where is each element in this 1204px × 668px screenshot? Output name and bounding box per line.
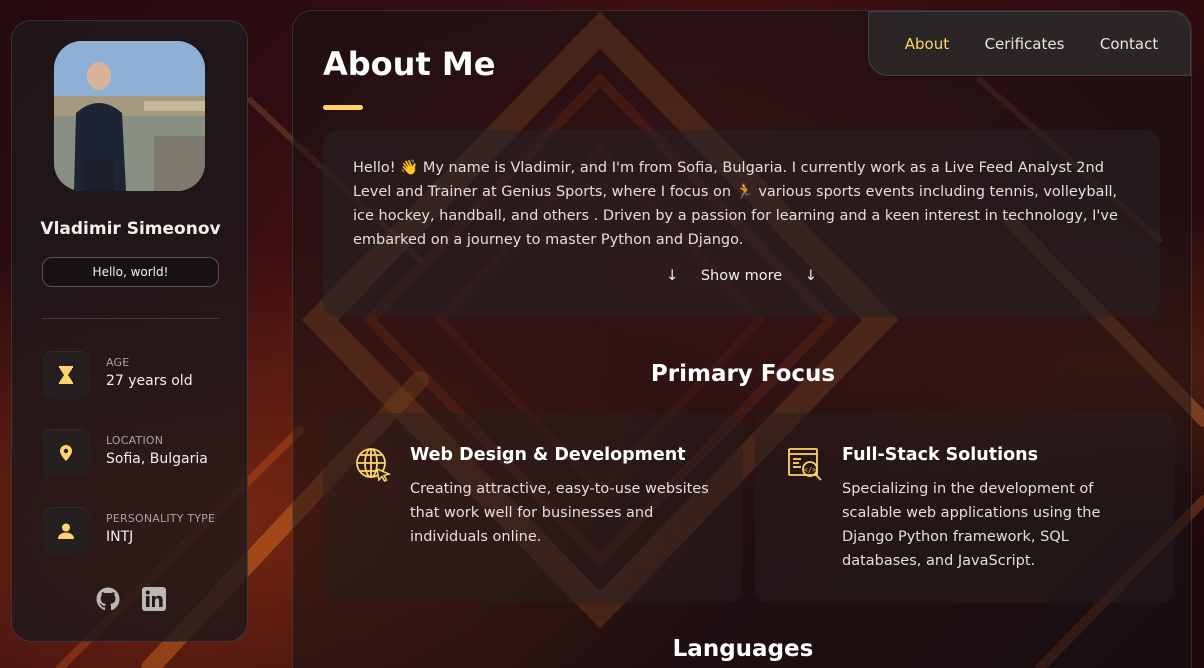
about-text: Hello! 👋 My name is Vladimir, and I'm fr… — [353, 160, 1118, 248]
nav-certificates[interactable]: Cerificates — [985, 35, 1065, 53]
profile-title-badge: Hello, world! — [42, 257, 219, 287]
person-icon — [42, 507, 90, 555]
page-title: About Me — [323, 45, 496, 83]
service-card-web-design: Web Design & Development Creating attrac… — [323, 413, 743, 603]
location-pin-icon — [42, 429, 90, 477]
info-personality: PERSONALITY TYPE INTJ — [42, 507, 232, 555]
sidebar-divider — [42, 318, 219, 319]
profile-name: Vladimir Simeonov — [40, 219, 221, 239]
service-card-full-stack: </> Full-Stack Solutions Specializing in… — [755, 413, 1175, 603]
languages-title: Languages — [672, 636, 814, 662]
info-age-label: AGE — [106, 356, 130, 369]
arrow-down-icon: ↓ — [666, 268, 679, 284]
service-description: Creating attractive, easy-to-use website… — [410, 481, 709, 545]
social-links — [12, 587, 249, 611]
code-search-icon: </> — [788, 448, 822, 481]
info-personality-value: INTJ — [106, 529, 134, 545]
service-title: Full-Stack Solutions — [842, 445, 1039, 465]
info-location-value: Sofia, Bulgaria — [106, 451, 208, 467]
show-more-button[interactable]: ↓ Show more ↓ — [323, 268, 1160, 284]
hourglass-icon — [42, 351, 90, 399]
arrow-down-icon: ↓ — [804, 268, 817, 284]
avatar — [54, 41, 205, 191]
globe-cursor-icon — [356, 448, 391, 482]
top-navbar: About Cerificates Contact — [868, 11, 1191, 76]
nav-about[interactable]: About — [905, 35, 949, 53]
about-box: Hello! 👋 My name is Vladimir, and I'm fr… — [323, 130, 1160, 317]
info-location-label: LOCATION — [106, 434, 164, 447]
service-description: Specializing in the development of scala… — [842, 481, 1101, 569]
service-title: Web Design & Development — [410, 445, 686, 465]
svg-text:</>: </> — [804, 466, 817, 474]
nav-contact[interactable]: Contact — [1100, 35, 1158, 53]
info-age: AGE 27 years old — [42, 351, 232, 399]
info-location: LOCATION Sofia, Bulgaria — [42, 429, 232, 477]
info-age-value: 27 years old — [106, 373, 193, 389]
title-underline — [323, 105, 363, 110]
primary-focus-title: Primary Focus — [650, 361, 836, 387]
main-panel: About Cerificates Contact About Me Hello… — [292, 10, 1192, 668]
github-icon[interactable] — [96, 587, 120, 611]
linkedin-icon[interactable] — [141, 587, 166, 611]
profile-sidebar: Vladimir Simeonov Hello, world! AGE 27 y… — [11, 20, 248, 642]
info-personality-label: PERSONALITY TYPE — [106, 512, 216, 525]
show-more-label: Show more — [700, 268, 783, 284]
